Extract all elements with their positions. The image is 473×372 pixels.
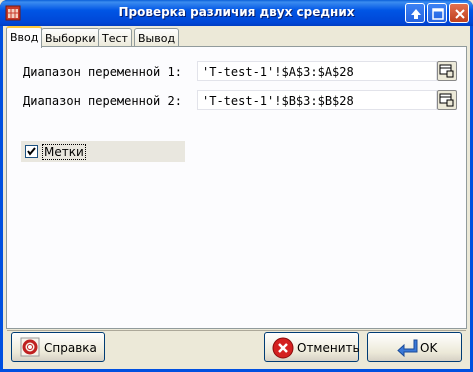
ok-button-label: OK xyxy=(420,341,438,355)
cancel-button-label: Отменить xyxy=(297,341,360,355)
enter-arrow-icon xyxy=(397,339,418,358)
red-x-icon xyxy=(272,337,294,359)
range2-picker-button[interactable] xyxy=(437,90,457,110)
dialog-client-area: Ввод Выборки Тест Вывод Диапазон перемен… xyxy=(3,26,470,369)
tab-test[interactable]: Тест xyxy=(98,28,132,47)
range1-label: Диапазон переменной 1: xyxy=(23,65,182,79)
close-icon xyxy=(455,9,465,19)
range1-picker-button[interactable] xyxy=(437,61,457,81)
labels-checkbox-row[interactable]: Метки xyxy=(21,141,185,162)
maximize-button[interactable] xyxy=(427,3,447,23)
tab-output[interactable]: Вывод xyxy=(134,28,180,47)
range2-label: Диапазон переменной 2: xyxy=(23,94,182,108)
window-title: Проверка различия двух средних xyxy=(118,5,355,19)
checkmark-icon xyxy=(27,147,36,156)
range-select-icon xyxy=(439,93,454,107)
lifebuoy-icon xyxy=(20,337,40,357)
tab-samples[interactable]: Выборки xyxy=(41,28,100,47)
ok-button[interactable]: OK xyxy=(367,332,462,362)
close-button[interactable] xyxy=(449,3,469,23)
range2-input[interactable]: 'T-test-1'!$B$3:$B$28 xyxy=(197,90,437,110)
tab-panel-input: Диапазон переменной 1: 'T-test-1'!$A$3:$… xyxy=(6,46,467,329)
help-button[interactable]: Справка xyxy=(11,332,105,362)
cancel-button[interactable]: Отменить xyxy=(264,332,360,362)
help-button-label: Справка xyxy=(44,341,97,355)
button-separator xyxy=(7,330,466,331)
labels-checkbox[interactable] xyxy=(25,145,38,158)
maximize-icon xyxy=(432,8,444,20)
range-select-icon xyxy=(439,64,454,78)
labels-checkbox-label: Метки xyxy=(42,144,86,160)
help-title-button[interactable] xyxy=(405,3,425,23)
arrow-up-icon xyxy=(411,9,421,19)
title-bar[interactable]: Проверка различия двух средних xyxy=(0,0,473,26)
dialog-window: Проверка различия двух средних Ввод Выбо… xyxy=(0,0,473,372)
range1-input[interactable]: 'T-test-1'!$A$3:$A$28 xyxy=(197,61,437,81)
tab-input[interactable]: Ввод xyxy=(6,26,43,48)
